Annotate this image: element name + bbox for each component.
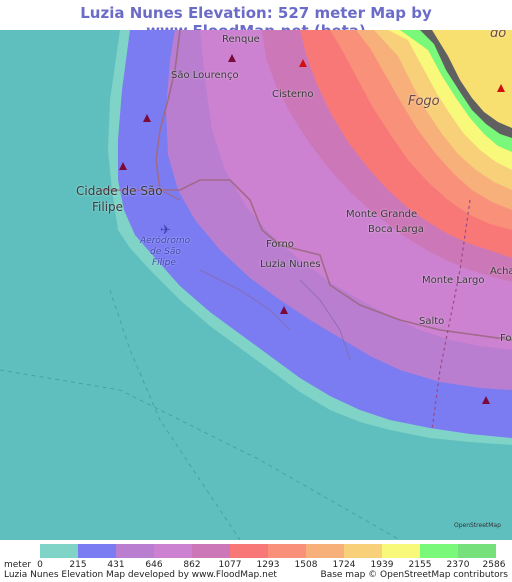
legend-swatch-1 <box>78 544 116 558</box>
legend-swatch-8 <box>344 544 382 558</box>
place-do: do <box>490 30 507 41</box>
place-aerodromo-line2: de São <box>150 247 181 257</box>
place-renque: Renque <box>222 34 260 45</box>
place-acha: Acha <box>490 266 512 277</box>
place-luzia-nunes: Luzia Nunes <box>260 259 321 270</box>
legend-tick-1: 215 <box>69 560 87 570</box>
legend-tick-2: 431 <box>107 560 125 570</box>
legend-swatch-5 <box>230 544 268 558</box>
osm-logo-icon: OpenStreetMap <box>454 522 501 529</box>
peak-marker-west-1 <box>143 114 151 122</box>
legend-tick-11: 2370 <box>446 560 470 570</box>
legend-tick-5: 1077 <box>218 560 242 570</box>
place-cisterno: Cisterno <box>272 89 314 100</box>
legend-swatch-9 <box>382 544 420 558</box>
legend-swatch-3 <box>154 544 192 558</box>
legend-unit: meter <box>4 560 32 570</box>
elevation-legend: meter 0 215 431 646 862 1077 1293 1508 1… <box>0 540 512 582</box>
legend-tick-12: 2586 <box>482 560 506 570</box>
peak-marker-renque <box>228 54 236 62</box>
place-cidade-line1: Cidade de São <box>76 184 163 198</box>
peak-marker-south <box>280 306 288 314</box>
elevation-map[interactable]: ✈ Renque São Lourenço Cisterno Fogo do C… <box>0 30 512 540</box>
peak-marker-west-2 <box>119 162 127 170</box>
peak-marker-red-1 <box>299 59 307 67</box>
place-monte-largo: Monte Largo <box>422 275 485 286</box>
place-aerodromo-line1: Aeródromo <box>140 236 191 246</box>
place-aerodromo-line3: Filipe <box>152 258 176 268</box>
footer-basemap-credit: Base map © OpenStreetMap contributors <box>320 570 508 580</box>
place-forno: Forno <box>266 239 294 250</box>
legend-tick-7: 1508 <box>294 560 318 570</box>
place-fo: Fo <box>500 333 512 344</box>
place-monte-grande: Monte Grande <box>346 209 418 220</box>
place-salto: Salto <box>419 316 445 327</box>
legend-tick-9: 1939 <box>370 560 394 570</box>
legend-tick-4: 862 <box>183 560 201 570</box>
legend-swatch-10 <box>420 544 458 558</box>
legend-tick-8: 1724 <box>332 560 356 570</box>
peak-marker-southeast <box>482 396 490 404</box>
title-bar: Luzia Nunes Elevation: 527 meter Map by … <box>0 0 512 40</box>
legend-tick-0: 0 <box>37 560 43 570</box>
legend-swatch-7 <box>306 544 344 558</box>
place-boca-larga: Boca Larga <box>368 224 424 235</box>
legend-swatch-6 <box>268 544 306 558</box>
legend-swatch-0 <box>40 544 78 558</box>
legend-swatch-11 <box>458 544 496 558</box>
peak-marker-red-2 <box>497 84 505 92</box>
legend-swatch-2 <box>116 544 154 558</box>
place-cidade-line2: Filipe <box>92 200 124 214</box>
place-fogo: Fogo <box>408 94 440 109</box>
place-sao-lourenco: São Lourenço <box>171 70 239 81</box>
legend-tick-10: 2155 <box>408 560 432 570</box>
legend-tick-6: 1293 <box>256 560 280 570</box>
legend-swatch-4 <box>192 544 230 558</box>
legend-tick-3: 646 <box>145 560 163 570</box>
footer-credit: Luzia Nunes Elevation Map developed by w… <box>4 570 277 580</box>
